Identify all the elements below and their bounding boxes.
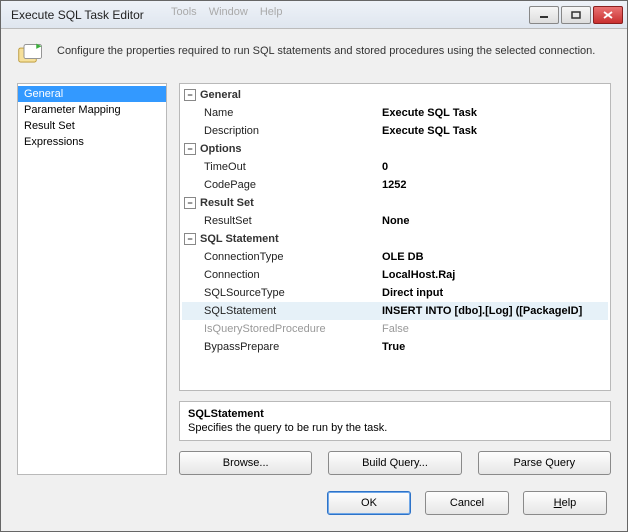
- prop-key: SQLStatement: [182, 305, 382, 317]
- prop-row-sqlstatement[interactable]: SQLStatement INSERT INTO [dbo].[Log] ([P…: [182, 302, 608, 320]
- prop-key: IsQueryStoredProcedure: [182, 323, 382, 335]
- help-button[interactable]: Help: [523, 491, 607, 515]
- group-options[interactable]: − Options: [182, 140, 608, 158]
- prop-row-isquerystoredprocedure: IsQueryStoredProcedure False: [182, 320, 608, 338]
- titlebar[interactable]: Execute SQL Task Editor: [1, 1, 627, 29]
- prop-key: CodePage: [182, 179, 382, 191]
- collapse-icon[interactable]: −: [184, 143, 196, 155]
- button-label: OK: [361, 497, 377, 509]
- window-title: Execute SQL Task Editor: [11, 8, 527, 22]
- prop-key: ResultSet: [182, 215, 382, 227]
- button-label: Help: [554, 497, 577, 509]
- footer: OK Cancel Help: [1, 483, 627, 531]
- prop-row-name[interactable]: Name Execute SQL Task: [182, 104, 608, 122]
- group-label: SQL Statement: [200, 233, 279, 245]
- help-text: Specifies the query to be run by the tas…: [188, 422, 602, 434]
- prop-value[interactable]: 0: [382, 161, 608, 173]
- nav-panel: General Parameter Mapping Result Set Exp…: [17, 83, 167, 475]
- close-button[interactable]: [593, 6, 623, 24]
- window: Tools Window Help Execute SQL Task Edito…: [0, 0, 628, 532]
- prop-key: TimeOut: [182, 161, 382, 173]
- close-icon: [603, 11, 613, 19]
- prop-value[interactable]: OLE DB: [382, 251, 608, 263]
- prop-key: SQLSourceType: [182, 287, 382, 299]
- prop-row-connectiontype[interactable]: ConnectionType OLE DB: [182, 248, 608, 266]
- prop-row-resultset[interactable]: ResultSet None: [182, 212, 608, 230]
- prop-row-sqlsourcetype[interactable]: SQLSourceType Direct input: [182, 284, 608, 302]
- prop-row-description[interactable]: Description Execute SQL Task: [182, 122, 608, 140]
- group-label: Options: [200, 143, 242, 155]
- property-help: SQLStatement Specifies the query to be r…: [179, 401, 611, 441]
- prop-key: BypassPrepare: [182, 341, 382, 353]
- nav-item-parameter-mapping[interactable]: Parameter Mapping: [18, 102, 166, 118]
- prop-row-connection[interactable]: Connection LocalHost.Raj: [182, 266, 608, 284]
- nav-item-general[interactable]: General: [18, 86, 166, 102]
- button-label: Browse...: [223, 457, 269, 469]
- action-buttons: Browse... Build Query... Parse Query: [179, 451, 611, 475]
- minimize-icon: [539, 11, 549, 19]
- prop-value[interactable]: True: [382, 341, 608, 353]
- prop-key: ConnectionType: [182, 251, 382, 263]
- minimize-button[interactable]: [529, 6, 559, 24]
- nav-item-result-set[interactable]: Result Set: [18, 118, 166, 134]
- prop-row-bypassprepare[interactable]: BypassPrepare True: [182, 338, 608, 356]
- property-grid[interactable]: − General Name Execute SQL Task Descript…: [179, 83, 611, 391]
- prop-value[interactable]: Execute SQL Task: [382, 125, 608, 137]
- ok-button[interactable]: OK: [327, 491, 411, 515]
- cancel-button[interactable]: Cancel: [425, 491, 509, 515]
- prop-key: Description: [182, 125, 382, 137]
- collapse-icon[interactable]: −: [184, 233, 196, 245]
- group-label: Result Set: [200, 197, 254, 209]
- prop-value[interactable]: INSERT INTO [dbo].[Log] ([PackageID]: [382, 305, 608, 317]
- button-label: Cancel: [450, 497, 484, 509]
- prop-key: Connection: [182, 269, 382, 281]
- build-query-button[interactable]: Build Query...: [328, 451, 461, 475]
- group-sql-statement[interactable]: − SQL Statement: [182, 230, 608, 248]
- group-label: General: [200, 89, 241, 101]
- prop-value[interactable]: 1252: [382, 179, 608, 191]
- nav-item-expressions[interactable]: Expressions: [18, 134, 166, 150]
- collapse-icon[interactable]: −: [184, 197, 196, 209]
- prop-value[interactable]: Direct input: [382, 287, 608, 299]
- prop-key: Name: [182, 107, 382, 119]
- right-panel: − General Name Execute SQL Task Descript…: [179, 83, 611, 475]
- prop-value[interactable]: Execute SQL Task: [382, 107, 608, 119]
- group-general[interactable]: − General: [182, 86, 608, 104]
- prop-value[interactable]: LocalHost.Raj: [382, 269, 608, 281]
- header-description: Configure the properties required to run…: [57, 41, 595, 57]
- group-result-set[interactable]: − Result Set: [182, 194, 608, 212]
- collapse-icon[interactable]: −: [184, 89, 196, 101]
- prop-row-codepage[interactable]: CodePage 1252: [182, 176, 608, 194]
- prop-value: False: [382, 323, 608, 335]
- browse-button[interactable]: Browse...: [179, 451, 312, 475]
- help-title: SQLStatement: [188, 408, 602, 420]
- header: Configure the properties required to run…: [1, 29, 627, 83]
- button-label: Build Query...: [362, 457, 428, 469]
- maximize-icon: [571, 11, 581, 19]
- task-icon: [17, 41, 45, 69]
- body: General Parameter Mapping Result Set Exp…: [1, 83, 627, 483]
- button-label: Parse Query: [513, 457, 575, 469]
- parse-query-button[interactable]: Parse Query: [478, 451, 611, 475]
- prop-row-timeout[interactable]: TimeOut 0: [182, 158, 608, 176]
- prop-value[interactable]: None: [382, 215, 608, 227]
- maximize-button[interactable]: [561, 6, 591, 24]
